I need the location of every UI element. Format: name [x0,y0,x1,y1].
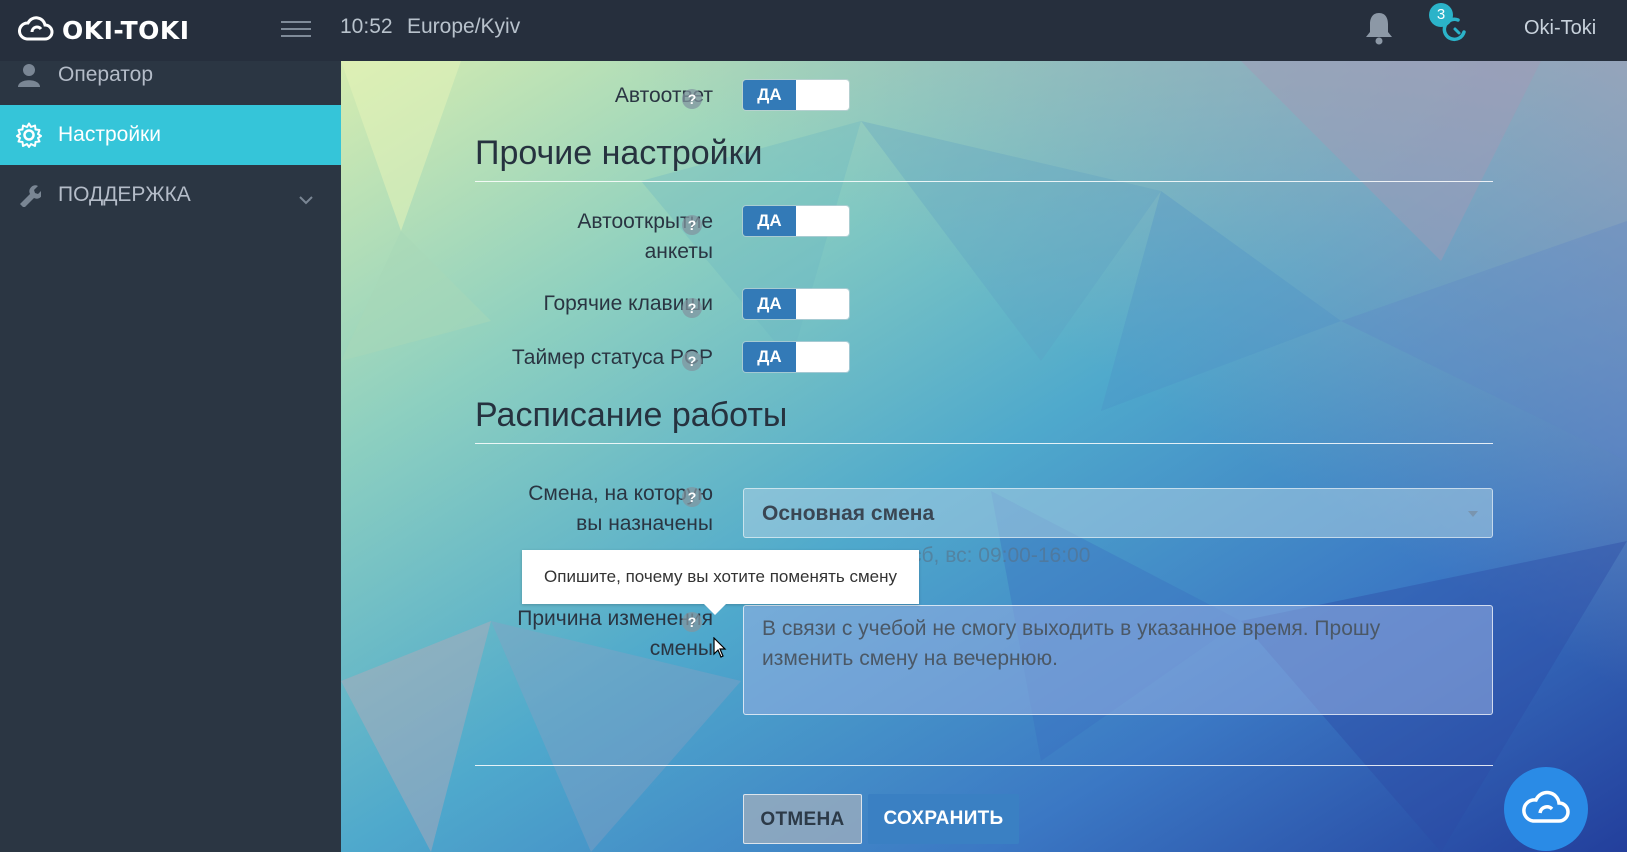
autoopen-label: Автооткрытие анкеты [577,210,713,263]
chat-widget-button[interactable] [1504,767,1588,851]
help-icon[interactable]: ? [682,298,702,318]
help-icon[interactable]: ? [682,215,702,235]
background-pattern [341,61,1627,852]
cancel-button[interactable]: ОТМЕНА [743,794,862,844]
help-tooltip: Опишите, почему вы хотите поменять смену [522,550,919,615]
schedule-title: Расписание работы [475,396,788,434]
shift-label: Смена, на которую вы назначены [528,482,713,535]
help-icon[interactable]: ? [682,89,702,109]
sidebar-item-label: Оператор [58,63,154,86]
menu-toggle-button[interactable] [281,16,311,40]
shift-select-value: Основная смена [762,502,935,525]
sidebar-item-support[interactable]: ПОДДЕРЖКА [0,165,341,225]
chevron-down-icon [299,187,313,211]
notification-count-badge: 3 [1429,3,1453,27]
settings-panel: Автоответ ? ДА Прочие настройки Автооткр… [341,61,1627,852]
other-settings-title: Прочие настройки [475,134,763,172]
toggle-on-label: ДА [743,80,796,110]
sidebar-item-label: ПОДДЕРЖКА [58,183,191,206]
gear-icon [14,120,44,150]
help-icon[interactable]: ? [682,487,702,507]
section-divider [475,443,1493,444]
pcp-timer-toggle[interactable]: ДА [743,342,849,372]
bell-icon[interactable] [1363,10,1395,46]
user-icon [14,60,44,90]
top-bar: OKI-TOKI 10:52 Europe/Kyiv 3 Oki-Toki [0,0,1627,61]
section-divider [475,181,1493,182]
sidebar: Оператор Настройки ПОДДЕРЖКА [0,61,341,852]
toggle-on-label: ДА [743,289,796,319]
help-icon[interactable]: ? [682,612,702,632]
autoreply-toggle[interactable]: ДА [743,80,849,110]
logo-text: OKI-TOKI [62,16,190,45]
timezone-label: Europe/Kyiv [407,15,521,38]
pcp-timer-label: Таймер статуса РСР [511,346,713,369]
toggle-on-label: ДА [743,206,796,236]
mouse-cursor-icon [713,636,727,664]
save-button[interactable]: СОХРАНИТЬ [868,794,1019,844]
sidebar-item-settings[interactable]: Настройки [0,105,341,165]
user-menu[interactable]: Oki-Toki [1524,17,1596,40]
clock-time: 10:52 [340,15,393,38]
form-footer-divider [475,765,1493,766]
help-icon[interactable]: ? [682,351,702,371]
toggle-on-label: ДА [743,342,796,372]
sidebar-item-label: Настройки [58,123,161,146]
cloud-logo-icon [18,14,54,47]
autoopen-toggle[interactable]: ДА [743,206,849,236]
caret-down-icon [1468,511,1478,517]
reason-label: Причина изменения смены [517,607,713,660]
hotkeys-label: Горячие клавиши [543,292,713,315]
reason-textarea[interactable]: В связи с учебой не смогу выходить в ука… [743,605,1493,715]
logo[interactable]: OKI-TOKI [18,14,190,47]
shift-hours-text: сб, вс: 09:00-16:00 [911,544,1091,567]
hotkeys-toggle[interactable]: ДА [743,289,849,319]
shift-select[interactable]: Основная смена [743,488,1493,538]
cloud-chat-icon [1521,788,1571,831]
wrench-icon [14,180,44,210]
